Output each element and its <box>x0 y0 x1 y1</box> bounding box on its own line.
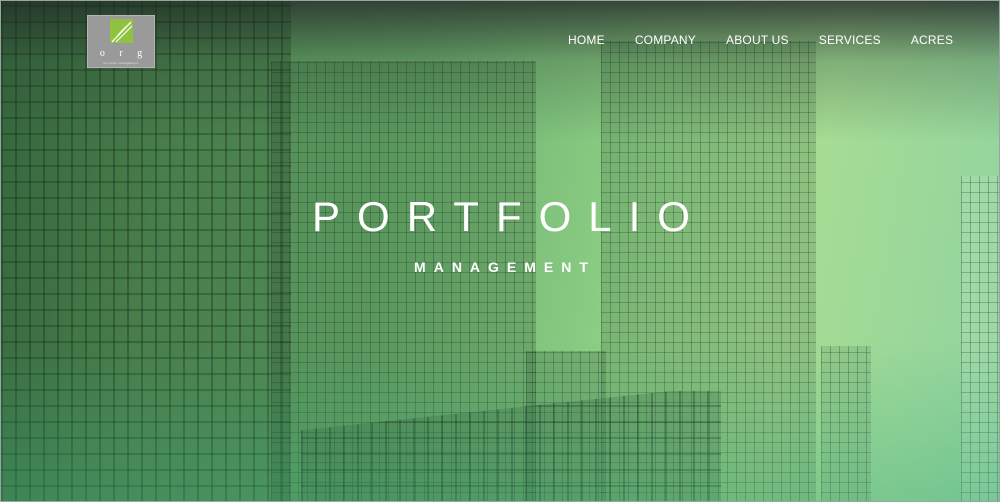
building-silhouette <box>301 391 721 501</box>
building-silhouette <box>821 346 871 501</box>
site-logo[interactable]: o r g portfolio management <box>87 15 155 68</box>
logo-tagline: portfolio management <box>103 61 139 65</box>
logo-mark: o r g <box>99 48 149 59</box>
hero-subtitle: MANAGEMENT <box>414 259 596 275</box>
nav-item-about-us[interactable]: ABOUT US <box>726 31 789 49</box>
building-silhouette <box>1 1 291 501</box>
nav-item-acres[interactable]: ACRES <box>911 31 953 49</box>
main-nav: HOME COMPANY ABOUT US SERVICES ACRES <box>561 31 953 49</box>
page-frame: o r g portfolio management HOME COMPANY … <box>0 0 1000 502</box>
nav-item-company[interactable]: COMPANY <box>635 31 696 49</box>
building-silhouette <box>526 351 606 501</box>
hero-background <box>1 1 999 501</box>
nav-item-services[interactable]: SERVICES <box>819 31 881 49</box>
nav-item-home[interactable]: HOME <box>568 31 605 49</box>
building-silhouette <box>271 61 536 501</box>
hero-title: PORTFOLIO <box>312 193 707 240</box>
